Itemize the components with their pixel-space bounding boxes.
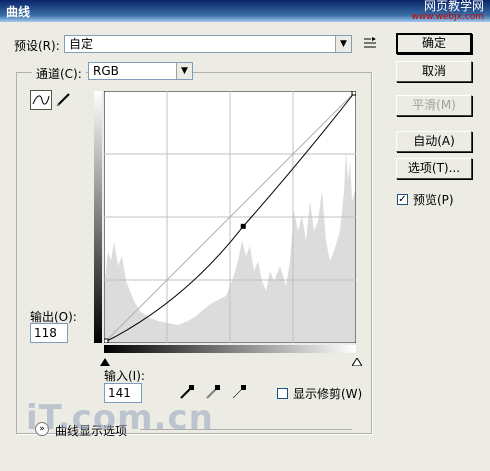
cancel-button[interactable]: 取消 xyxy=(396,61,472,82)
pencil-tool-button[interactable] xyxy=(54,90,76,110)
input-gradient-bar xyxy=(104,345,356,353)
output-gradient-bar xyxy=(94,91,102,343)
preset-label: 预设(R): xyxy=(14,39,60,53)
channel-select[interactable]: RGB ▼ xyxy=(88,62,193,80)
options-button[interactable]: 选项(T)... xyxy=(396,158,472,179)
preview-checkbox[interactable]: ✓ xyxy=(397,194,408,205)
title-bar: 曲线 网页教学网 www.webjx.com xyxy=(0,0,490,22)
preset-select[interactable]: 自定 ▼ xyxy=(64,35,352,53)
output-field[interactable]: 118 xyxy=(30,323,68,343)
channel-label: 通道(C): xyxy=(32,65,86,82)
curve-graph[interactable] xyxy=(104,91,356,343)
preset-value: 自定 xyxy=(69,37,94,51)
ok-button[interactable]: 确定 xyxy=(396,33,472,54)
preview-label[interactable]: 预览(P) xyxy=(413,191,454,208)
window-title: 曲线 xyxy=(6,5,31,19)
show-clipping-label[interactable]: 显示修剪(W) xyxy=(293,385,362,402)
smooth-button[interactable]: 平滑(M) xyxy=(396,95,472,116)
input-label: 输入(I): xyxy=(104,369,145,383)
preset-options-icon[interactable] xyxy=(362,36,378,50)
curve-control-point[interactable] xyxy=(351,91,356,96)
channel-value: RGB xyxy=(93,64,119,78)
white-eyedropper-icon[interactable] xyxy=(231,384,247,403)
auto-button[interactable]: 自动(A) xyxy=(396,131,472,152)
site-logo: iT.com.cn xyxy=(26,398,214,438)
curve-control-point[interactable] xyxy=(104,338,109,343)
watermark: 网页教学网 www.webjx.com xyxy=(411,0,484,22)
chevron-down-icon[interactable]: ▼ xyxy=(176,63,192,79)
white-point-slider[interactable] xyxy=(351,355,363,369)
pencil-icon xyxy=(56,93,70,107)
chevron-down-icon[interactable]: ▼ xyxy=(335,36,351,52)
show-clipping-checkbox[interactable] xyxy=(277,388,288,399)
curve-tool-button[interactable] xyxy=(30,90,52,110)
curve-control-point[interactable] xyxy=(240,223,246,229)
